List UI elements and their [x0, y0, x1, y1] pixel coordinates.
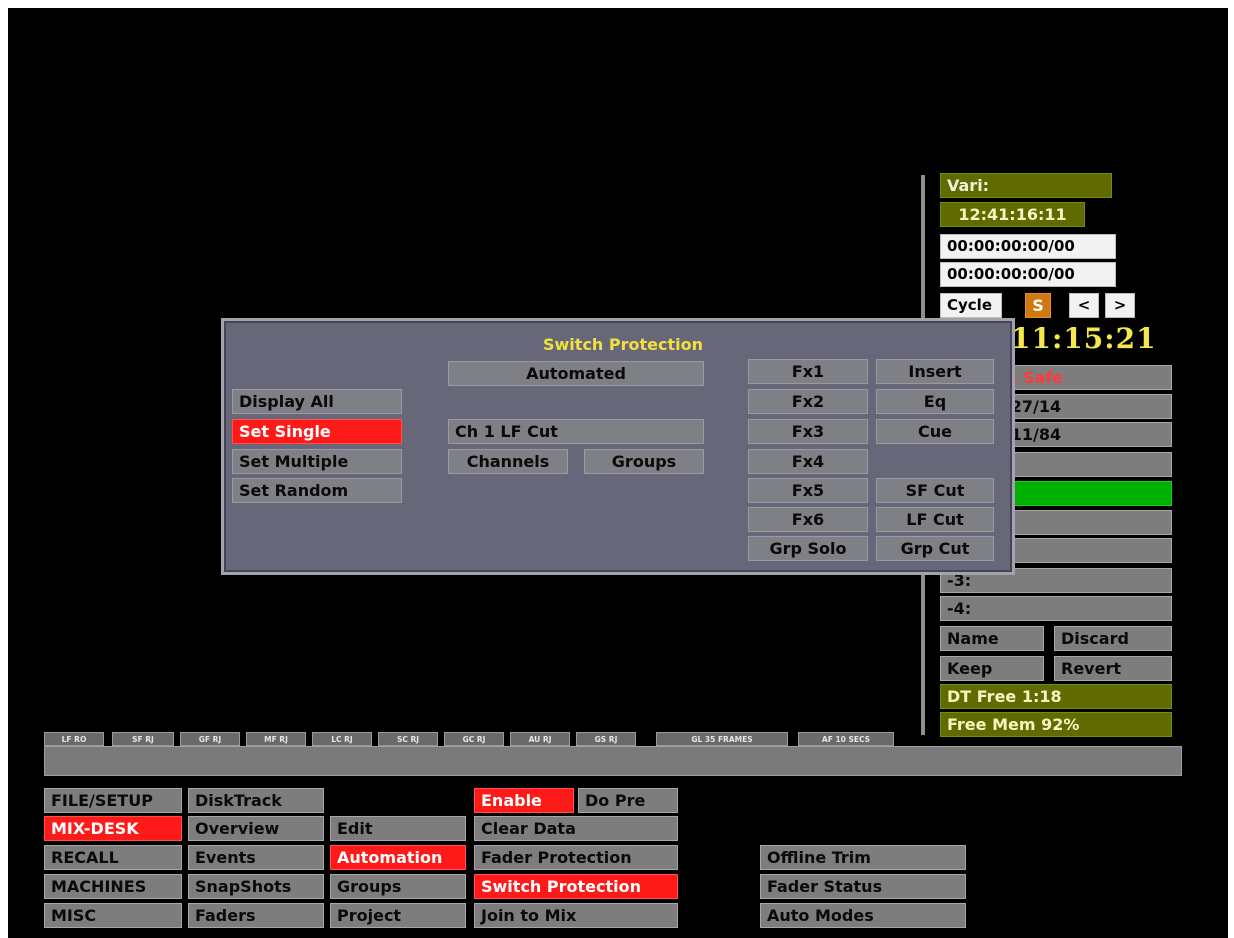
keep-button[interactable]: Keep — [940, 656, 1044, 681]
menu-clear-data[interactable]: Clear Data — [474, 816, 678, 841]
menu-mix-desk[interactable]: MIX-DESK — [44, 816, 182, 841]
grp-cut-toggle[interactable]: Grp Cut — [876, 536, 994, 561]
menu-misc[interactable]: MISC — [44, 903, 182, 928]
menu-overview[interactable]: Overview — [188, 816, 324, 841]
lf-cut-toggle[interactable]: LF Cut — [876, 507, 994, 532]
set-multiple-button[interactable]: Set Multiple — [232, 449, 402, 474]
status-tag-sf-rj: SF RJ — [112, 732, 174, 746]
menu-recall[interactable]: RECALL — [44, 845, 182, 870]
big-timecode: 11:15:21 — [1011, 322, 1157, 355]
app-screen: Vari: 12:41:16:11 00:00:00:00/00 00:00:0… — [8, 8, 1228, 938]
timecode-field-2[interactable]: 00:00:00:00/00 — [940, 262, 1116, 287]
status-tag-lf-ro: LF RO — [44, 732, 104, 746]
set-single-button[interactable]: Set Single — [232, 419, 402, 444]
status-tag-af-secs: AF 10 SECS — [798, 732, 894, 746]
groups-button[interactable]: Groups — [584, 449, 704, 474]
do-pre-button[interactable]: Do Pre — [578, 788, 678, 813]
mix-minus-4-row[interactable]: -4: — [940, 596, 1172, 621]
automated-button[interactable]: Automated — [448, 361, 704, 386]
channel-selector[interactable]: Ch 1 LF Cut — [448, 419, 704, 444]
vari-label: Vari: — [940, 173, 1112, 198]
free-mem-readout: Free Mem 92% — [940, 712, 1172, 737]
status-tag-sc-rj: SC RJ — [378, 732, 438, 746]
status-tag-au-rj: AU RJ — [510, 732, 570, 746]
menu-offline-trim[interactable]: Offline Trim — [760, 845, 966, 870]
menu-machines[interactable]: MACHINES — [44, 874, 182, 899]
vari-time: 12:41:16:11 — [940, 202, 1085, 227]
menu-faders[interactable]: Faders — [188, 903, 324, 928]
menu-auto-modes[interactable]: Auto Modes — [760, 903, 966, 928]
discard-button[interactable]: Discard — [1054, 626, 1172, 651]
menu-automation[interactable]: Automation — [330, 845, 466, 870]
menu-switch-protection[interactable]: Switch Protection — [474, 874, 678, 899]
dt-free-readout: DT Free 1:18 — [940, 684, 1172, 709]
fx6-toggle[interactable]: Fx6 — [748, 507, 868, 532]
menu-fader-protection[interactable]: Fader Protection — [474, 845, 678, 870]
fx2-toggle[interactable]: Fx2 — [748, 389, 868, 414]
menu-snapshots[interactable]: SnapShots — [188, 874, 324, 899]
name-button[interactable]: Name — [940, 626, 1044, 651]
revert-button[interactable]: Revert — [1054, 656, 1172, 681]
status-tag-gl-frames: GL 35 FRAMES — [656, 732, 788, 746]
next-button[interactable]: > — [1105, 293, 1135, 318]
menu-groups[interactable]: Groups — [330, 874, 466, 899]
s-button[interactable]: S — [1025, 293, 1051, 318]
timecode-field-1[interactable]: 00:00:00:00/00 — [940, 234, 1116, 259]
sf-cut-toggle[interactable]: SF Cut — [876, 478, 994, 503]
fx5-toggle[interactable]: Fx5 — [748, 478, 868, 503]
insert-toggle[interactable]: Insert — [876, 359, 994, 384]
grp-solo-toggle[interactable]: Grp Solo — [748, 536, 868, 561]
prev-button[interactable]: < — [1069, 293, 1099, 318]
status-tag-mf-rj: MF RJ — [246, 732, 306, 746]
command-line[interactable] — [44, 746, 1182, 776]
menu-edit[interactable]: Edit — [330, 816, 466, 841]
dialog-title: Switch Protection — [543, 335, 703, 354]
channels-button[interactable]: Channels — [448, 449, 568, 474]
enable-button[interactable]: Enable — [474, 788, 574, 813]
menu-disktrack[interactable]: DiskTrack — [188, 788, 324, 813]
menu-events[interactable]: Events — [188, 845, 324, 870]
cycle-button[interactable]: Cycle — [940, 293, 1002, 318]
status-tag-lc-rj: LC RJ — [312, 732, 372, 746]
fx4-toggle[interactable]: Fx4 — [748, 449, 868, 474]
menu-file-setup[interactable]: FILE/SETUP — [44, 788, 182, 813]
status-tag-gs-rj: GS RJ — [576, 732, 636, 746]
display-all-button[interactable]: Display All — [232, 389, 402, 414]
eq-toggle[interactable]: Eq — [876, 389, 994, 414]
cue-toggle[interactable]: Cue — [876, 419, 994, 444]
status-tag-gc-rj: GC RJ — [444, 732, 504, 746]
menu-project[interactable]: Project — [330, 903, 466, 928]
menu-fader-status[interactable]: Fader Status — [760, 874, 966, 899]
fx3-toggle[interactable]: Fx3 — [748, 419, 868, 444]
status-tag-gf-rj: GF RJ — [180, 732, 240, 746]
switch-protection-dialog: Switch Protection Automated Display All … — [221, 318, 1015, 575]
fx1-toggle[interactable]: Fx1 — [748, 359, 868, 384]
set-random-button[interactable]: Set Random — [232, 478, 402, 503]
menu-join-to-mix[interactable]: Join to Mix — [474, 903, 678, 928]
